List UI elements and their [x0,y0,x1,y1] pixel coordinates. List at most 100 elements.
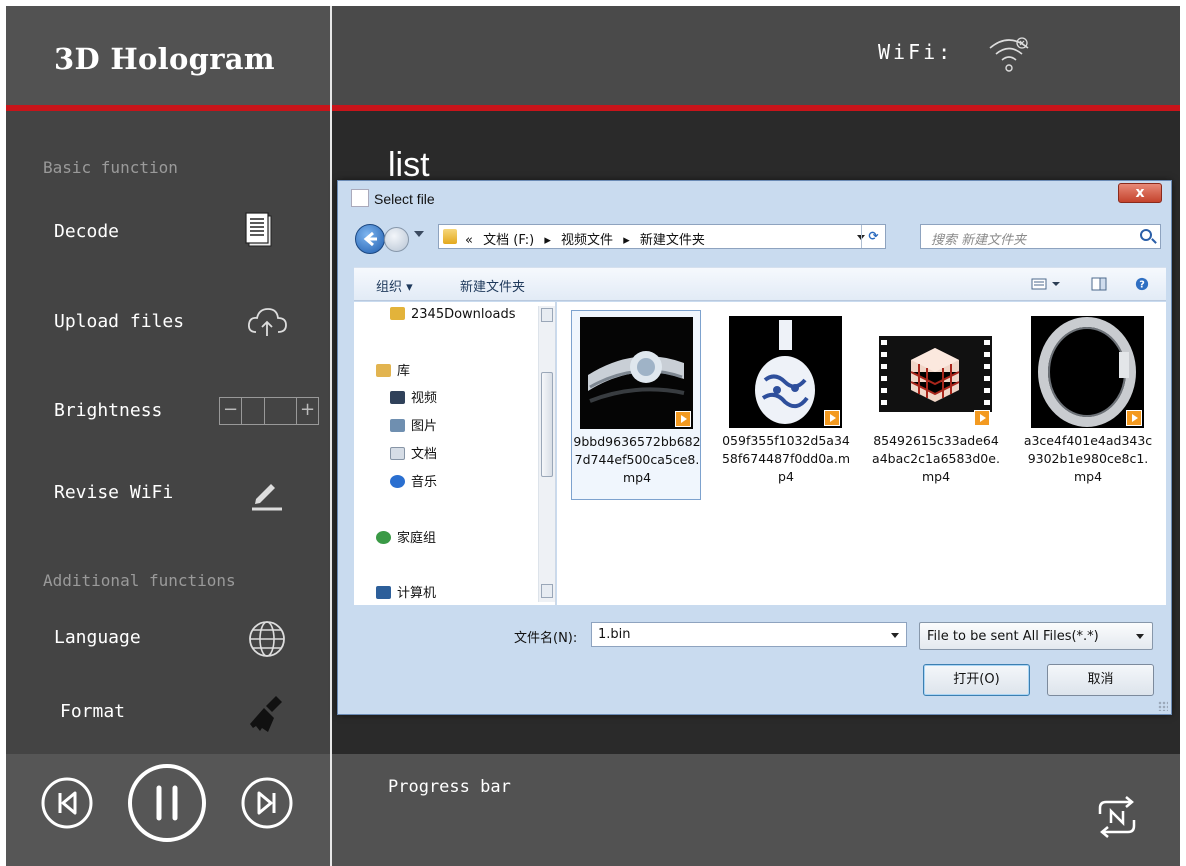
nav-item-label: 2345Downloads [411,307,516,322]
revise-wifi-label: Revise WiFi [54,482,174,503]
search-input[interactable]: 搜索 新建文件夹 [920,224,1161,249]
document-icon [245,212,272,247]
view-dropdown-icon[interactable] [1051,277,1061,291]
repeat-n-icon[interactable] [1092,792,1142,842]
nav-item-pictures[interactable]: 图片 [390,415,437,434]
homegroup-icon [376,531,391,544]
music-icon [390,475,405,488]
file-name: a3ce4f401e4ad343c9302b1e980ce8c1.mp4 [1023,433,1153,484]
chevron-down-icon [1136,634,1144,639]
cancel-button[interactable]: 取消 [1047,664,1154,696]
nav-item-label: 图片 [411,419,438,434]
document-icon [390,447,405,460]
nav-item-homegroup[interactable]: 家庭组 [376,527,436,546]
video-thumbnail [1031,316,1144,428]
basic-function-heading: Basic function [43,158,178,177]
folder-icon [443,229,457,244]
address-bar[interactable]: « 文档 (F:) ▸ 视频文件 ▸ 新建文件夹 ⟳ [438,224,886,249]
decode-item[interactable]: Decode [54,208,324,258]
video-play-icon [824,410,840,426]
sidebar: Basic function Decode Upload files Brigh… [6,111,330,754]
nav-item-documents[interactable]: 文档 [390,443,437,462]
refresh-icon[interactable]: ⟳ [861,225,885,248]
language-item[interactable]: Language [54,614,324,664]
filename-history-dropdown[interactable] [891,633,899,638]
format-label: Format [60,701,126,722]
arrow-left-icon [363,231,377,247]
nav-item-computer[interactable]: 计算机 [376,582,436,601]
search-icon[interactable] [1140,229,1152,241]
new-folder-button[interactable]: 新建文件夹 [460,276,525,295]
scroll-down-button[interactable] [541,584,553,598]
video-thumbnail [729,316,842,428]
wifi-disconnected-icon[interactable] [984,26,1034,76]
progress-bar[interactable] [388,806,1048,810]
picture-icon [390,419,405,432]
additional-functions-heading: Additional functions [43,571,236,590]
nav-item-label: 视频 [411,391,438,406]
sidebar-divider [330,6,332,866]
select-file-dialog: Select file x « 文档 (F:) ▸ 视频文件 ▸ 新建文件夹 ⟳… [337,180,1172,715]
file-item[interactable]: a3ce4f401e4ad343c9302b1e980ce8c1.mp4 [1023,310,1153,500]
breadcrumb-new-folder[interactable]: 新建文件夹 [640,233,705,248]
nav-item-videos[interactable]: 视频 [390,387,437,406]
breadcrumb: « 文档 (F:) ▸ 视频文件 ▸ 新建文件夹 [465,229,711,248]
breadcrumb-drive[interactable]: 文档 (F:) [483,233,534,248]
forward-button[interactable] [384,227,409,252]
upload-files-item[interactable]: Upload files [54,298,324,348]
file-item[interactable]: 9bbd9636572bb6827d744ef500ca5ce8.mp4 [571,310,701,500]
language-label: Language [54,627,141,648]
brightness-divider [264,398,265,424]
video-play-icon [1126,410,1142,426]
scroll-up-button[interactable] [541,308,553,322]
video-play-icon [974,410,990,426]
breadcrumb-videos[interactable]: 视频文件 [561,233,613,248]
breadcrumb-separator[interactable]: ▸ [544,233,551,248]
filename-label: 文件名(N): [514,631,578,646]
back-button[interactable] [355,224,385,254]
video-icon [390,391,405,404]
file-item[interactable]: 059f355f1032d5a3458f674487f0dd0a.mp4 [721,310,851,500]
skip-next-icon[interactable] [240,776,294,830]
file-item[interactable]: 85492615c33ade64a4bac2c1a6583d0e.mp4 [871,310,1001,500]
revise-wifi-item[interactable]: Revise WiFi [54,469,324,519]
nav-item-music[interactable]: 音乐 [390,471,437,490]
resize-grip[interactable] [1158,701,1168,711]
brightness-increase-button[interactable]: + [296,398,318,424]
nav-item-label: 计算机 [397,586,437,601]
navigation-scrollbar[interactable] [538,306,555,602]
brightness-item: Brightness − + [54,387,324,437]
file-name: 059f355f1032d5a3458f674487f0dd0a.mp4 [721,433,850,484]
recent-locations-dropdown[interactable] [414,231,424,237]
help-icon[interactable]: ? [1134,277,1150,291]
view-options-icon[interactable] [1031,277,1047,291]
navigation-pane: 2345Downloads 库 视频 图片 文档 音乐 家庭组 计算机 [354,302,556,605]
brightness-decrease-button[interactable]: − [220,398,242,424]
skip-previous-icon[interactable] [40,776,94,830]
decode-label: Decode [54,221,120,242]
organize-menu[interactable]: 组织 ▾ [376,276,413,295]
nav-item-downloads[interactable]: 2345Downloads [390,307,515,322]
scroll-thumb[interactable] [541,372,553,477]
file-type-select[interactable]: File to be sent All Files(*.*) [919,622,1153,650]
filename-field[interactable]: 1.bin [591,622,907,647]
brightness-label: Brightness [54,400,163,421]
brightness-stepper[interactable]: − + [219,397,319,425]
format-item[interactable]: Format [54,688,324,738]
breadcrumb-overflow[interactable]: « [465,233,473,248]
open-button[interactable]: 打开(O) [923,664,1030,696]
globe-icon [249,621,285,657]
broom-icon [250,696,282,732]
nav-item-label: 库 [397,364,411,379]
upload-files-label: Upload files [54,311,185,332]
nav-item-label: 音乐 [411,475,438,490]
preview-pane-icon[interactable] [1091,277,1107,291]
nav-item-label: 文档 [411,447,438,462]
pause-icon[interactable] [127,763,207,843]
dialog-close-button[interactable]: x [1118,183,1162,203]
nav-item-libraries[interactable]: 库 [376,360,410,379]
breadcrumb-separator[interactable]: ▸ [623,233,630,248]
wifi-label: WiFi: [878,40,954,64]
file-type-value: File to be sent All Files(*.*) [927,629,1099,644]
video-thumbnail [580,317,693,429]
